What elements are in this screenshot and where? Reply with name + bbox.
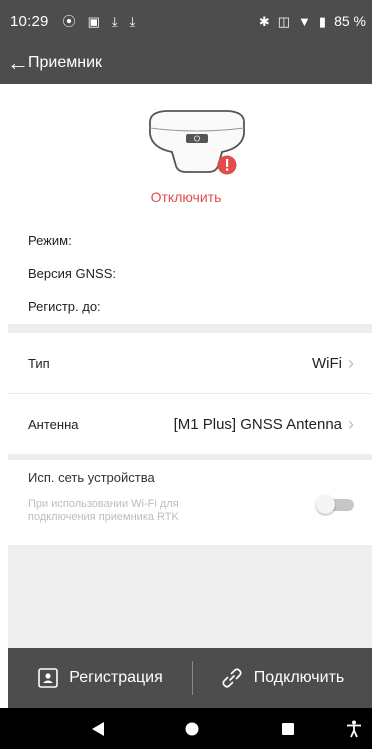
wifi-icon: ▼ (298, 13, 311, 29)
download-icon-2: ⤓ (129, 13, 136, 29)
nav-recents-button[interactable] (276, 708, 300, 749)
antenna-row[interactable]: Антенна [M1 Plus] GNSS Antenna › (8, 394, 372, 454)
status-bar: 10:29 ⦿ ▣ ⤓ ⤓ ✱ ◫ ▼ ▮ 85 % (0, 0, 372, 42)
empty-area (8, 545, 372, 648)
chevron-right-icon: › (348, 352, 354, 373)
mode-label: Режим: (28, 233, 72, 248)
device-network-setting: Исп. сеть устройства При использовании W… (8, 460, 372, 545)
register-label: Регистрация (69, 669, 163, 686)
receiver-device-icon (149, 110, 245, 175)
type-label: Тип (28, 355, 50, 371)
nav-back-button[interactable] (86, 708, 110, 749)
system-nav-bar (0, 708, 372, 749)
download-icon: ⤓ (111, 13, 118, 29)
bluetooth-icon: ✱ (258, 13, 270, 29)
app-bar: ← Приемник (0, 42, 372, 84)
chevron-right-icon: › (348, 413, 354, 434)
type-row[interactable]: Тип WiFi › (8, 333, 372, 393)
gnss-version-label: Версия GNSS: (28, 266, 116, 281)
nav-accessibility-button[interactable] (342, 708, 366, 749)
antenna-value: [M1 Plus] GNSS Antenna (173, 415, 342, 433)
disconnect-button[interactable]: Отключить (0, 189, 372, 205)
antenna-label: Антенна (28, 416, 79, 432)
network-description: При использовании Wi-Fi для подключения … (28, 498, 179, 523)
registered-until-label: Регистр. до: (28, 299, 101, 314)
use-device-network-toggle[interactable] (316, 495, 354, 514)
receiver-info-section: Отключить Режим: Версия GNSS: Регистр. д… (8, 84, 372, 324)
triangle-back-icon (92, 721, 104, 736)
nav-home-button[interactable] (180, 708, 204, 749)
status-time: 10:29 (10, 12, 49, 30)
link-icon (222, 668, 242, 688)
notification-icons: ⦿ ▣ ⤓ ⤓ (63, 15, 136, 28)
circle-home-icon (185, 722, 199, 735)
register-button[interactable]: Регистрация (8, 648, 192, 708)
accessibility-icon (347, 720, 361, 737)
section-separator (8, 324, 372, 333)
toggle-thumb (316, 495, 335, 514)
image-notification-icon: ▣ (87, 13, 100, 29)
bottom-action-bar: Регистрация Подключить (8, 648, 372, 708)
id-card-icon (38, 668, 59, 688)
battery-icon: ▮ (318, 13, 327, 29)
location-target-icon: ⦿ (62, 13, 76, 29)
connect-button[interactable]: Подключить (193, 648, 371, 708)
system-icons: ✱ ◫ ▼ ▮ 85 % (259, 13, 366, 29)
page-title: Приемник (28, 54, 103, 71)
network-title: Исп. сеть устройства (28, 470, 155, 485)
type-value: WiFi (312, 354, 342, 372)
battery-percent: 85 % (334, 13, 366, 29)
square-recents-icon (282, 722, 294, 735)
vibrate-icon: ◫ (277, 13, 291, 29)
connect-label: Подключить (253, 669, 345, 686)
